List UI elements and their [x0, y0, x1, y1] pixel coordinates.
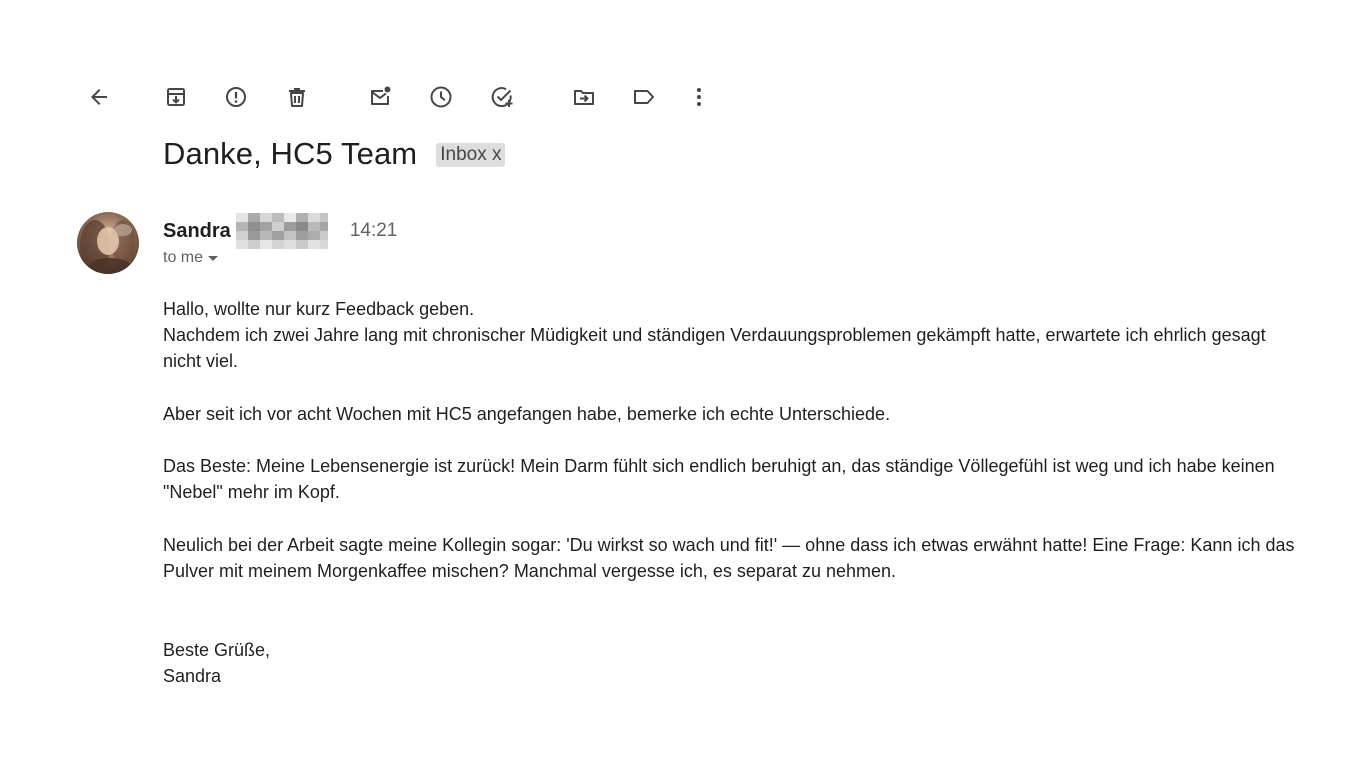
body-paragraph-2: Aber seit ich vor acht Wochen mit HC5 an… [163, 403, 891, 424]
delete-icon [289, 88, 305, 107]
archive-button[interactable] [159, 80, 193, 114]
more-options-button[interactable] [682, 80, 716, 114]
mark-unread-button[interactable] [363, 80, 397, 114]
label-icon [634, 90, 654, 104]
sender-name[interactable]: Sandra [163, 220, 231, 243]
label-button[interactable] [627, 80, 661, 114]
email-subject: Danke, HC5 Team [163, 136, 418, 171]
mark-unread-icon [371, 86, 391, 105]
add-task-icon [491, 87, 513, 107]
delete-button[interactable] [280, 80, 314, 114]
body-greeting: Hallo, wollte nur kurz Feedback geben. [163, 299, 475, 319]
caret-down-icon [208, 256, 219, 261]
add-task-button[interactable] [485, 80, 519, 114]
body-paragraph-1: Nachdem ich zwei Jahre lang mit chronisc… [163, 325, 1266, 372]
body-paragraph-3: Das Beste: Meine Lebensenergie ist zurüc… [163, 456, 1275, 503]
back-arrow-icon [91, 89, 107, 105]
move-to-icon [574, 90, 594, 105]
snooze-icon [430, 86, 452, 108]
message-toolbar [0, 80, 1366, 114]
snooze-button[interactable] [424, 80, 458, 114]
body-signature: Sandra [163, 665, 222, 686]
recipient-details-toggle[interactable]: to me [163, 247, 219, 269]
recipient-label: to me [163, 249, 204, 266]
archive-icon [167, 88, 185, 106]
email-time: 14:21 [349, 220, 398, 241]
move-to-button[interactable] [567, 80, 601, 114]
body-closing: Beste Grüße, [163, 639, 271, 660]
back-button[interactable] [82, 80, 116, 114]
subject-row: Danke, HC5 Team Inbox x [163, 134, 506, 174]
avatar-photo-icon [77, 212, 139, 274]
sender-avatar[interactable] [77, 212, 139, 274]
inbox-label-chip[interactable]: Inbox x [436, 143, 506, 167]
email-body: Hallo, wollte nur kurz Feedback geben. N… [163, 296, 1303, 689]
more-options-icon [697, 88, 701, 106]
report-spam-button[interactable] [219, 80, 253, 114]
sender-row: Sandra 14:21 [163, 213, 398, 249]
redacted-sender-surname [235, 213, 328, 249]
body-paragraph-4: Neulich bei der Arbeit sagte meine Kolle… [163, 534, 1295, 581]
report-spam-icon [226, 87, 246, 107]
